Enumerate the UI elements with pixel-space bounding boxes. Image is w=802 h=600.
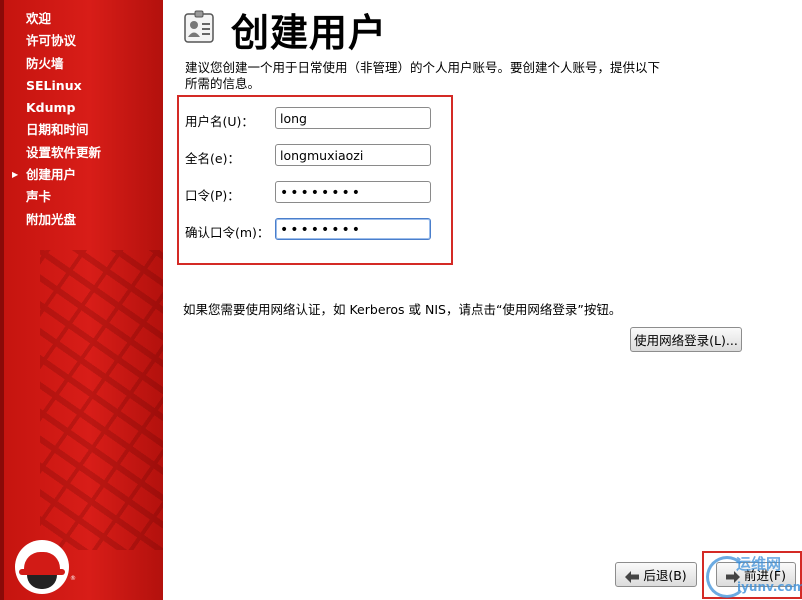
sidebar-item-additional-cds: 附加光盘: [26, 211, 77, 227]
confirm-password-field[interactable]: ••••••••: [275, 218, 431, 240]
username-label: 用户名(U)：: [185, 114, 254, 129]
id-badge-icon: [184, 10, 214, 43]
back-button-label: 后退(B): [643, 568, 687, 583]
network-auth-text: 如果您需要使用网络认证，如 Kerberos 或 NIS，请点击“使用网络登录”…: [183, 302, 622, 317]
password-label: 口令(P)：: [185, 188, 240, 203]
sidebar-item-software-updates: 设置软件更新: [26, 144, 102, 160]
fullname-label: 全名(e)：: [185, 151, 240, 166]
registered-mark: ®: [70, 575, 76, 582]
sidebar-item-firewall: 防火墙: [26, 55, 64, 71]
confirm-password-label: 确认口令(m)：: [185, 225, 270, 240]
sidebar-item-welcome: 欢迎: [26, 11, 52, 26]
sidebar-item-datetime: 日期和时间: [26, 122, 89, 138]
sidebar-item-license: 许可协议: [26, 33, 77, 49]
username-field[interactable]: long: [275, 107, 431, 129]
sidebar-item-kdump: Kdump: [26, 100, 76, 116]
arrow-left-icon: [625, 570, 640, 583]
description-text: 建议您创建一个用于日常使用（非管理）的个人用户账号。要创建个人账号，提供以下 所需…: [185, 60, 661, 91]
fullname-field[interactable]: longmuxiaozi: [275, 144, 431, 166]
current-step-arrow-icon: ▶: [12, 170, 19, 180]
sidebar-item-create-user: ▶ 创建用户: [0, 164, 163, 186]
network-login-button[interactable]: 使用网络登录(L)...: [630, 327, 742, 352]
step-list: 欢迎 许可协议 防火墙 SELinux Kdump 日期和时间 设置软件更新 ▶…: [0, 8, 163, 231]
sidebar-decoration: [40, 250, 163, 550]
watermark-url: iyunv.com: [737, 580, 802, 594]
redhat-logo: [15, 540, 69, 594]
page-title: 创建用户: [231, 11, 388, 55]
watermark-text: 运维网: [736, 555, 782, 573]
sidebar: 欢迎 许可协议 防火墙 SELinux Kdump 日期和时间 设置软件更新 ▶…: [0, 0, 163, 600]
password-field[interactable]: ••••••••: [275, 181, 431, 203]
back-button[interactable]: 后退(B): [615, 562, 697, 587]
sidebar-item-sound-card: 声卡: [26, 189, 52, 205]
sidebar-item-selinux: SELinux: [26, 77, 82, 93]
